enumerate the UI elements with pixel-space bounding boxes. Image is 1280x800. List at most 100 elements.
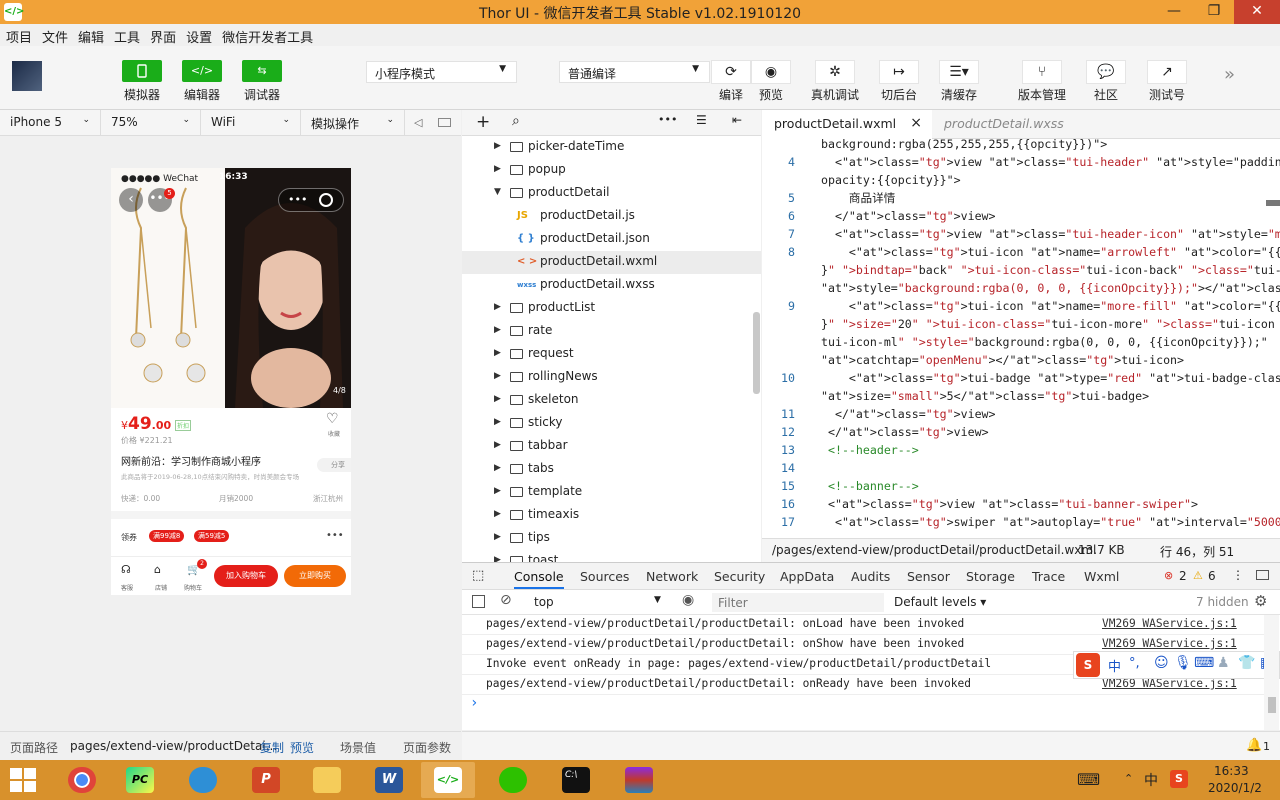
copy-path-link[interactable]: 复制	[260, 739, 284, 756]
tree-item[interactable]: ▶ tabbar	[462, 435, 761, 458]
capsule-menu[interactable]: •••	[278, 188, 344, 212]
clock-time[interactable]: 16:33	[1214, 764, 1249, 778]
menu-settings[interactable]: 设置	[180, 24, 216, 46]
devtools-tab-trace[interactable]: Trace	[1032, 569, 1065, 584]
coupon-tag-1[interactable]: 满99减8	[149, 530, 185, 542]
ime-tray[interactable]: 中	[1144, 770, 1158, 790]
search-icon[interactable]: ⌕	[512, 113, 520, 129]
tree-item[interactable]: ▶ picker-dateTime	[462, 136, 761, 159]
close-tab-icon[interactable]: ×	[910, 115, 922, 131]
tree-item[interactable]: ▶ rate	[462, 320, 761, 343]
back-arrow-icon[interactable]: ‹	[119, 188, 143, 212]
log-levels-select[interactable]: Default levels ▾	[894, 595, 986, 609]
code-line[interactable]: opacity:{{opcity}}">	[762, 171, 1280, 189]
tree-item[interactable]: ▶ template	[462, 481, 761, 504]
winrar-taskbar-icon[interactable]	[612, 762, 666, 798]
code-line[interactable]: 15 <!--banner-->	[762, 477, 1280, 495]
store-icon[interactable]: ⌂	[154, 563, 161, 576]
user-icon[interactable]: ♟	[1217, 655, 1230, 671]
code-line[interactable]: tui-icon-ml" ">style="background:rgba(0,…	[762, 333, 1280, 351]
preview-path-link[interactable]: 预览	[290, 739, 314, 756]
tab-productDetail-wxml[interactable]: productDetail.wxml ×	[762, 110, 932, 139]
coupon-more-icon[interactable]: •••	[326, 530, 344, 541]
more-dots-icon[interactable]: •••	[658, 113, 677, 126]
tree-item[interactable]: ▶ popup	[462, 159, 761, 182]
code-line[interactable]: }" ">size="20" ">tui-icon-class="tui-ico…	[762, 315, 1280, 333]
chevron-right-icon[interactable]: ▶	[494, 504, 501, 525]
menu-view[interactable]: 界面	[144, 24, 180, 46]
compile-mode-select[interactable]: 普通编译 ▼	[559, 61, 710, 83]
eye-icon[interactable]: ◉	[682, 592, 694, 608]
keyboard-tray-icon[interactable]: ⌨	[1077, 770, 1100, 789]
tree-item[interactable]: ▶ tabs	[462, 458, 761, 481]
chevron-right-icon[interactable]: ▶	[494, 366, 501, 387]
sogou-tray-icon[interactable]: S	[1170, 770, 1188, 788]
tray-expand-icon[interactable]: ⌃	[1124, 772, 1133, 785]
page-params-button[interactable]: 页面参数	[403, 739, 451, 756]
code-line[interactable]: 9 <"at">class="tg">tui-icon "at">name="m…	[762, 297, 1280, 315]
code-line[interactable]: 6 </"at">class="tg">view>	[762, 207, 1280, 225]
code-line[interactable]: background:rgba(255,255,255,{{opcity}})"…	[762, 139, 1280, 153]
product-banner[interactable]: ●●●●● WeChat 16:33 ‹ ••• 5 ••• 4/8	[111, 168, 351, 408]
wechat-devtools-taskbar-icon[interactable]: </>	[421, 762, 475, 798]
operate-select[interactable]: 模拟操作 ⌄	[301, 110, 405, 136]
devtools-tab-console[interactable]: Console	[514, 569, 564, 589]
mic-icon[interactable]: 🎙	[1174, 655, 1192, 671]
pycharm-taskbar-icon[interactable]: PC	[113, 762, 167, 798]
capsule-more-icon[interactable]: •••	[288, 193, 307, 206]
test-account-button[interactable]: ↗	[1147, 60, 1187, 84]
tree-item[interactable]: JS productDetail.js	[462, 205, 761, 228]
share-button[interactable]: 分享	[317, 458, 351, 472]
warning-count[interactable]: 6	[1208, 569, 1216, 583]
clear-console-icon[interactable]: ⊘	[500, 592, 512, 608]
compile-button[interactable]: ⟳	[711, 60, 751, 84]
tree-item[interactable]: < > productDetail.wxml	[462, 251, 761, 274]
tree-item[interactable]: ▶ request	[462, 343, 761, 366]
version-control-button[interactable]: ⑂	[1022, 60, 1062, 84]
file-explorer-taskbar-icon[interactable]	[300, 762, 354, 798]
code-line[interactable]: "at">style="background:rgba(0, 0, 0, {{i…	[762, 279, 1280, 297]
console-scrollbar[interactable]	[1264, 615, 1279, 730]
more-tools-icon[interactable]: »	[1224, 64, 1235, 85]
zoom-select[interactable]: 75% ⌄	[101, 110, 201, 136]
menu-wechat-devtools[interactable]: 微信开发者工具	[216, 24, 317, 46]
tree-item[interactable]: ▼ productDetail	[462, 182, 761, 205]
scene-value-button[interactable]: 场景值	[340, 739, 376, 756]
code-line[interactable]: 14	[762, 459, 1280, 477]
console-filter-input[interactable]	[712, 593, 884, 612]
chevron-right-icon[interactable]: ▶	[494, 297, 501, 318]
capsule-close-icon[interactable]	[319, 193, 333, 207]
chevron-right-icon[interactable]: ▶	[494, 136, 501, 157]
code-editor[interactable]: background:rgba(255,255,255,{{opcity}})"…	[762, 139, 1280, 538]
sidebar-toggle-icon[interactable]	[472, 595, 485, 608]
powerpoint-taskbar-icon[interactable]: P	[239, 762, 293, 798]
code-line[interactable]: 12 </"at">class="tg">view>	[762, 423, 1280, 441]
chevron-right-icon[interactable]: ▶	[494, 412, 501, 433]
tree-item[interactable]: { } productDetail.json	[462, 228, 761, 251]
chrome-taskbar-icon[interactable]	[55, 762, 109, 798]
dock-icon[interactable]	[1256, 570, 1269, 580]
devtools-tab-audits[interactable]: Audits	[851, 569, 890, 584]
tree-item[interactable]: ▶ sticky	[462, 412, 761, 435]
code-line[interactable]: "at">catchtap="openMenu"></"at">class="t…	[762, 351, 1280, 369]
chevron-right-icon[interactable]: ▶	[494, 159, 501, 180]
tree-item[interactable]: ▶ rollingNews	[462, 366, 761, 389]
emoji-icon[interactable]: ☺	[1154, 655, 1169, 671]
browser-taskbar-icon[interactable]	[176, 762, 230, 798]
log-source-link[interactable]: VM269 WAService.js:1	[1102, 615, 1237, 633]
preview-button[interactable]: ◉	[751, 60, 791, 84]
add-to-cart-button[interactable]: 加入购物车	[214, 565, 278, 587]
close-button[interactable]: ✕	[1234, 0, 1280, 24]
devtools-tab-sources[interactable]: Sources	[580, 569, 629, 584]
menu-edit[interactable]: 编辑	[72, 24, 108, 46]
code-line[interactable]: 16 <"at">class="tg">view "at">class="tui…	[762, 495, 1280, 513]
code-line[interactable]: 10 <"at">class="tg">tui-badge "at">type=…	[762, 369, 1280, 387]
code-line[interactable]: "at">size="small">5</"at">class="tg">tui…	[762, 387, 1280, 405]
device-select[interactable]: iPhone 5 ⌄	[0, 110, 101, 136]
chevron-right-icon[interactable]: ▶	[494, 343, 501, 364]
menu-tools[interactable]: 工具	[108, 24, 144, 46]
code-line[interactable]: }" ">bindtap="back" ">tui-icon-class="tu…	[762, 261, 1280, 279]
chevron-right-icon[interactable]: ▶	[494, 389, 501, 410]
chevron-right-icon[interactable]: ▶	[494, 550, 501, 562]
skin-icon[interactable]: 👕	[1238, 655, 1255, 671]
